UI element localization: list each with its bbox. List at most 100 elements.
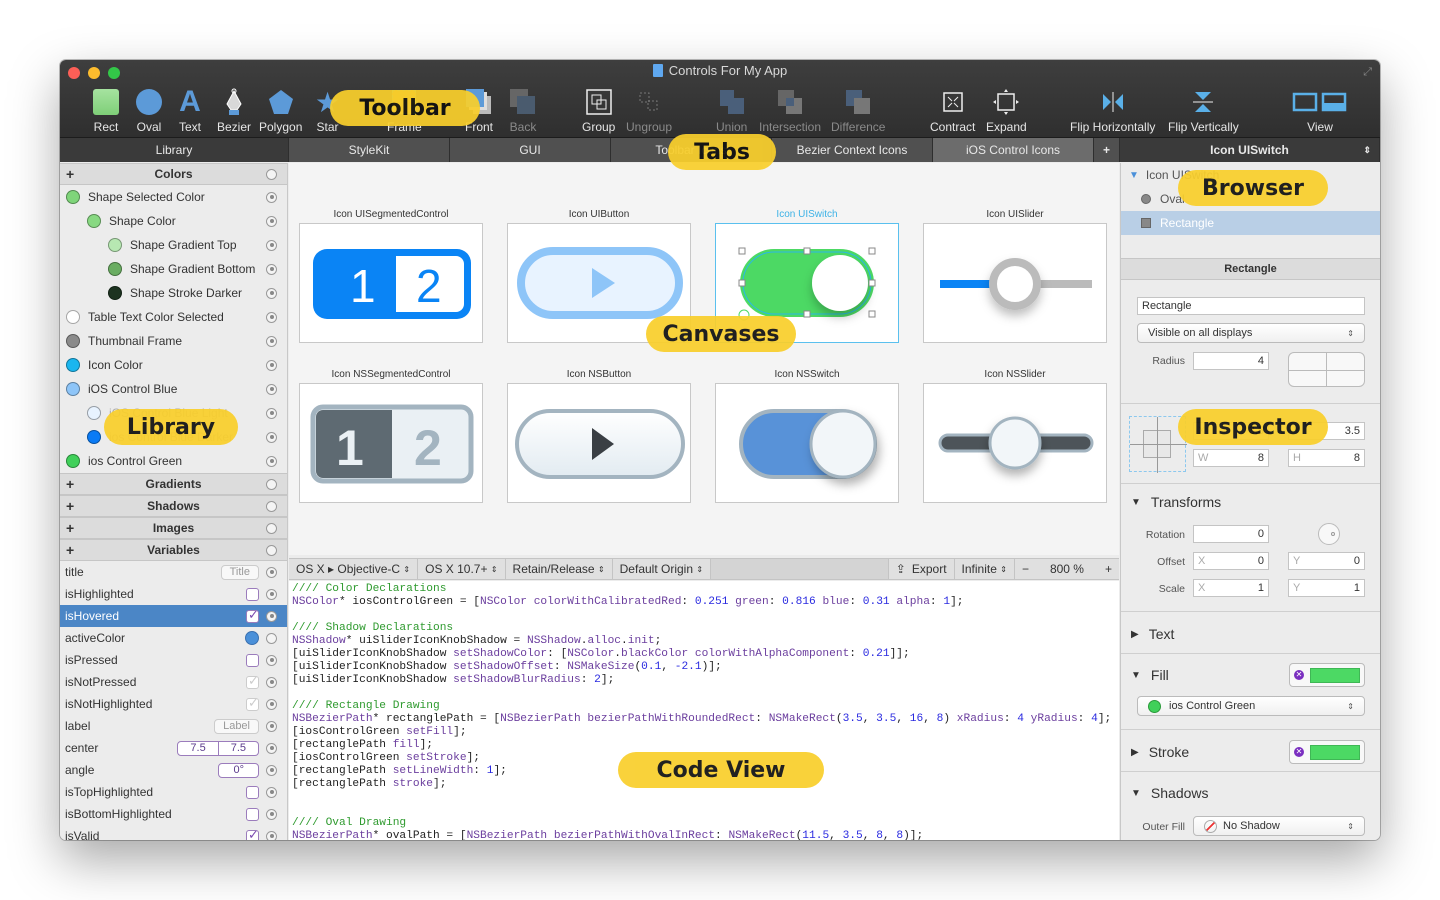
stroke-color-well[interactable]: ✕ [1289,740,1365,764]
section-radio[interactable] [266,168,277,180]
section-header-variables[interactable]: + Variables [60,539,287,561]
tool-polygon[interactable]: Polygon [259,86,302,134]
variable-radio[interactable] [266,786,277,798]
fill-color-well[interactable]: ✕ [1289,663,1365,687]
variable-radio[interactable] [266,830,277,840]
tool-expand[interactable]: Expand [986,86,1027,134]
tool-union[interactable]: Union [716,86,747,134]
color-radio[interactable] [266,191,277,203]
variable-row[interactable]: label Label [60,715,287,737]
browser-item-rectangle[interactable]: Rectangle [1121,211,1380,235]
color-radio[interactable] [266,359,277,371]
variable-radio[interactable] [266,676,277,688]
variable-checkbox[interactable] [246,827,259,840]
color-item[interactable]: Shape Gradient Top [60,233,287,257]
variable-checkbox[interactable] [246,785,259,799]
color-radio[interactable] [266,383,277,395]
origin-popup[interactable]: Default Origin ⇕ [613,559,712,579]
canvas-ui-segmented-control[interactable]: 1 2 [299,223,483,343]
tool-view[interactable]: View [1292,86,1348,134]
color-item[interactable]: Shape Selected Color [60,185,287,209]
corner-radius-selector[interactable] [1288,352,1365,387]
memory-popup[interactable]: Retain/Release ⇕ [506,559,613,579]
shadows-section-toggle[interactable]: ▼ Shadows [1121,781,1380,805]
rotation-field[interactable]: 0 [1193,525,1269,543]
color-item[interactable]: Shape Color [60,209,287,233]
section-radio[interactable] [266,522,277,534]
canvas-ns-switch[interactable] [715,383,899,503]
height-field[interactable]: H8 [1288,449,1365,467]
shadow-popup[interactable]: No Shadow ⇕ [1193,816,1365,836]
add-icon[interactable]: + [66,498,74,514]
variable-checkbox[interactable] [246,653,259,667]
section-header-images[interactable]: + Images [60,517,287,539]
offset-x-field[interactable]: X0 [1193,552,1269,570]
color-item[interactable]: Shape Gradient Bottom [60,257,287,281]
variable-text-value[interactable]: Title [220,564,259,580]
variable-radio[interactable] [266,698,277,710]
section-header-shadows[interactable]: + Shadows [60,495,287,517]
variable-row[interactable]: isNotHighlighted [60,693,287,715]
zoom-out-button[interactable]: − [1015,559,1036,579]
zoom-in-button[interactable]: + [1098,559,1119,579]
variable-radio[interactable] [266,742,277,754]
tool-ungroup[interactable]: Ungroup [626,86,672,134]
variable-row[interactable]: title Title [60,561,287,583]
variable-color-well[interactable] [245,631,259,645]
color-item[interactable]: Thumbnail Frame [60,329,287,353]
variable-radio[interactable] [266,654,277,666]
variable-row[interactable]: isPressed [60,649,287,671]
tool-back[interactable]: Back [509,86,537,134]
visibility-popup[interactable]: Visible on all displays ⇕ [1137,323,1365,343]
tab-gui[interactable]: GUI [450,138,611,162]
variable-text-value[interactable]: Label [214,718,259,734]
variable-point-x[interactable]: 7.5 [177,740,219,756]
color-radio[interactable] [266,431,277,443]
scale-x-field[interactable]: X1 [1193,579,1269,597]
shape-name-field[interactable]: Rectangle [1137,297,1365,315]
section-radio[interactable] [266,544,277,556]
remove-fill-icon[interactable]: ✕ [1294,670,1304,680]
radius-field[interactable]: 4 [1193,352,1269,370]
section-radio[interactable] [266,500,277,512]
variable-row[interactable]: isNotPressed [60,671,287,693]
tool-bezier[interactable]: Bezier [217,86,251,134]
variable-row[interactable]: isValid [60,825,287,840]
text-section-toggle[interactable]: ▶ Text [1121,622,1380,646]
tool-intersection[interactable]: Intersection [759,86,821,134]
scale-y-field[interactable]: Y1 [1288,579,1365,597]
colors-section-header[interactable]: + Colors [60,163,287,185]
canvas-ns-segmented-control[interactable]: 12 [299,383,483,503]
color-radio[interactable] [266,407,277,419]
tool-text[interactable]: A Text [179,85,201,134]
color-radio[interactable] [266,311,277,323]
fullscreen-icon[interactable]: ⤢ [1363,66,1372,79]
code-view[interactable]: //// Color Declarations NSColor* iosContr… [289,581,1119,840]
variable-radio[interactable] [266,764,277,776]
tab-ios-control-icons[interactable]: iOS Control Icons [933,138,1094,162]
variable-point-y[interactable]: 7.5 [218,740,259,756]
color-radio[interactable] [266,335,277,347]
browser-canvas-selector[interactable]: Icon UISwitch ⇕ [1120,138,1380,162]
remove-stroke-icon[interactable]: ✕ [1294,747,1304,757]
fill-color-popup[interactable]: ios Control Green ⇕ [1137,696,1365,716]
variable-checkbox[interactable] [246,807,259,821]
color-radio[interactable] [266,239,277,251]
canvas-ui-slider[interactable] [923,223,1107,343]
variable-radio[interactable] [266,588,277,600]
color-radio[interactable] [266,215,277,227]
color-radio[interactable] [266,455,277,467]
variable-row[interactable]: angle 0° [60,759,287,781]
color-item[interactable]: Icon Color [60,353,287,377]
export-button[interactable]: ⇪ Export [889,559,955,579]
tool-difference[interactable]: Difference [831,86,885,134]
add-icon[interactable]: + [66,542,74,558]
offset-y-field[interactable]: Y0 [1288,552,1365,570]
canvas-ns-slider[interactable] [923,383,1107,503]
section-header-gradients[interactable]: + Gradients [60,473,287,495]
rotation-dial[interactable] [1318,523,1340,545]
color-item[interactable]: Shape Stroke Darker [60,281,287,305]
variable-radio[interactable] [266,720,277,732]
tool-group[interactable]: Group [582,86,615,134]
variable-radio[interactable] [266,632,277,644]
